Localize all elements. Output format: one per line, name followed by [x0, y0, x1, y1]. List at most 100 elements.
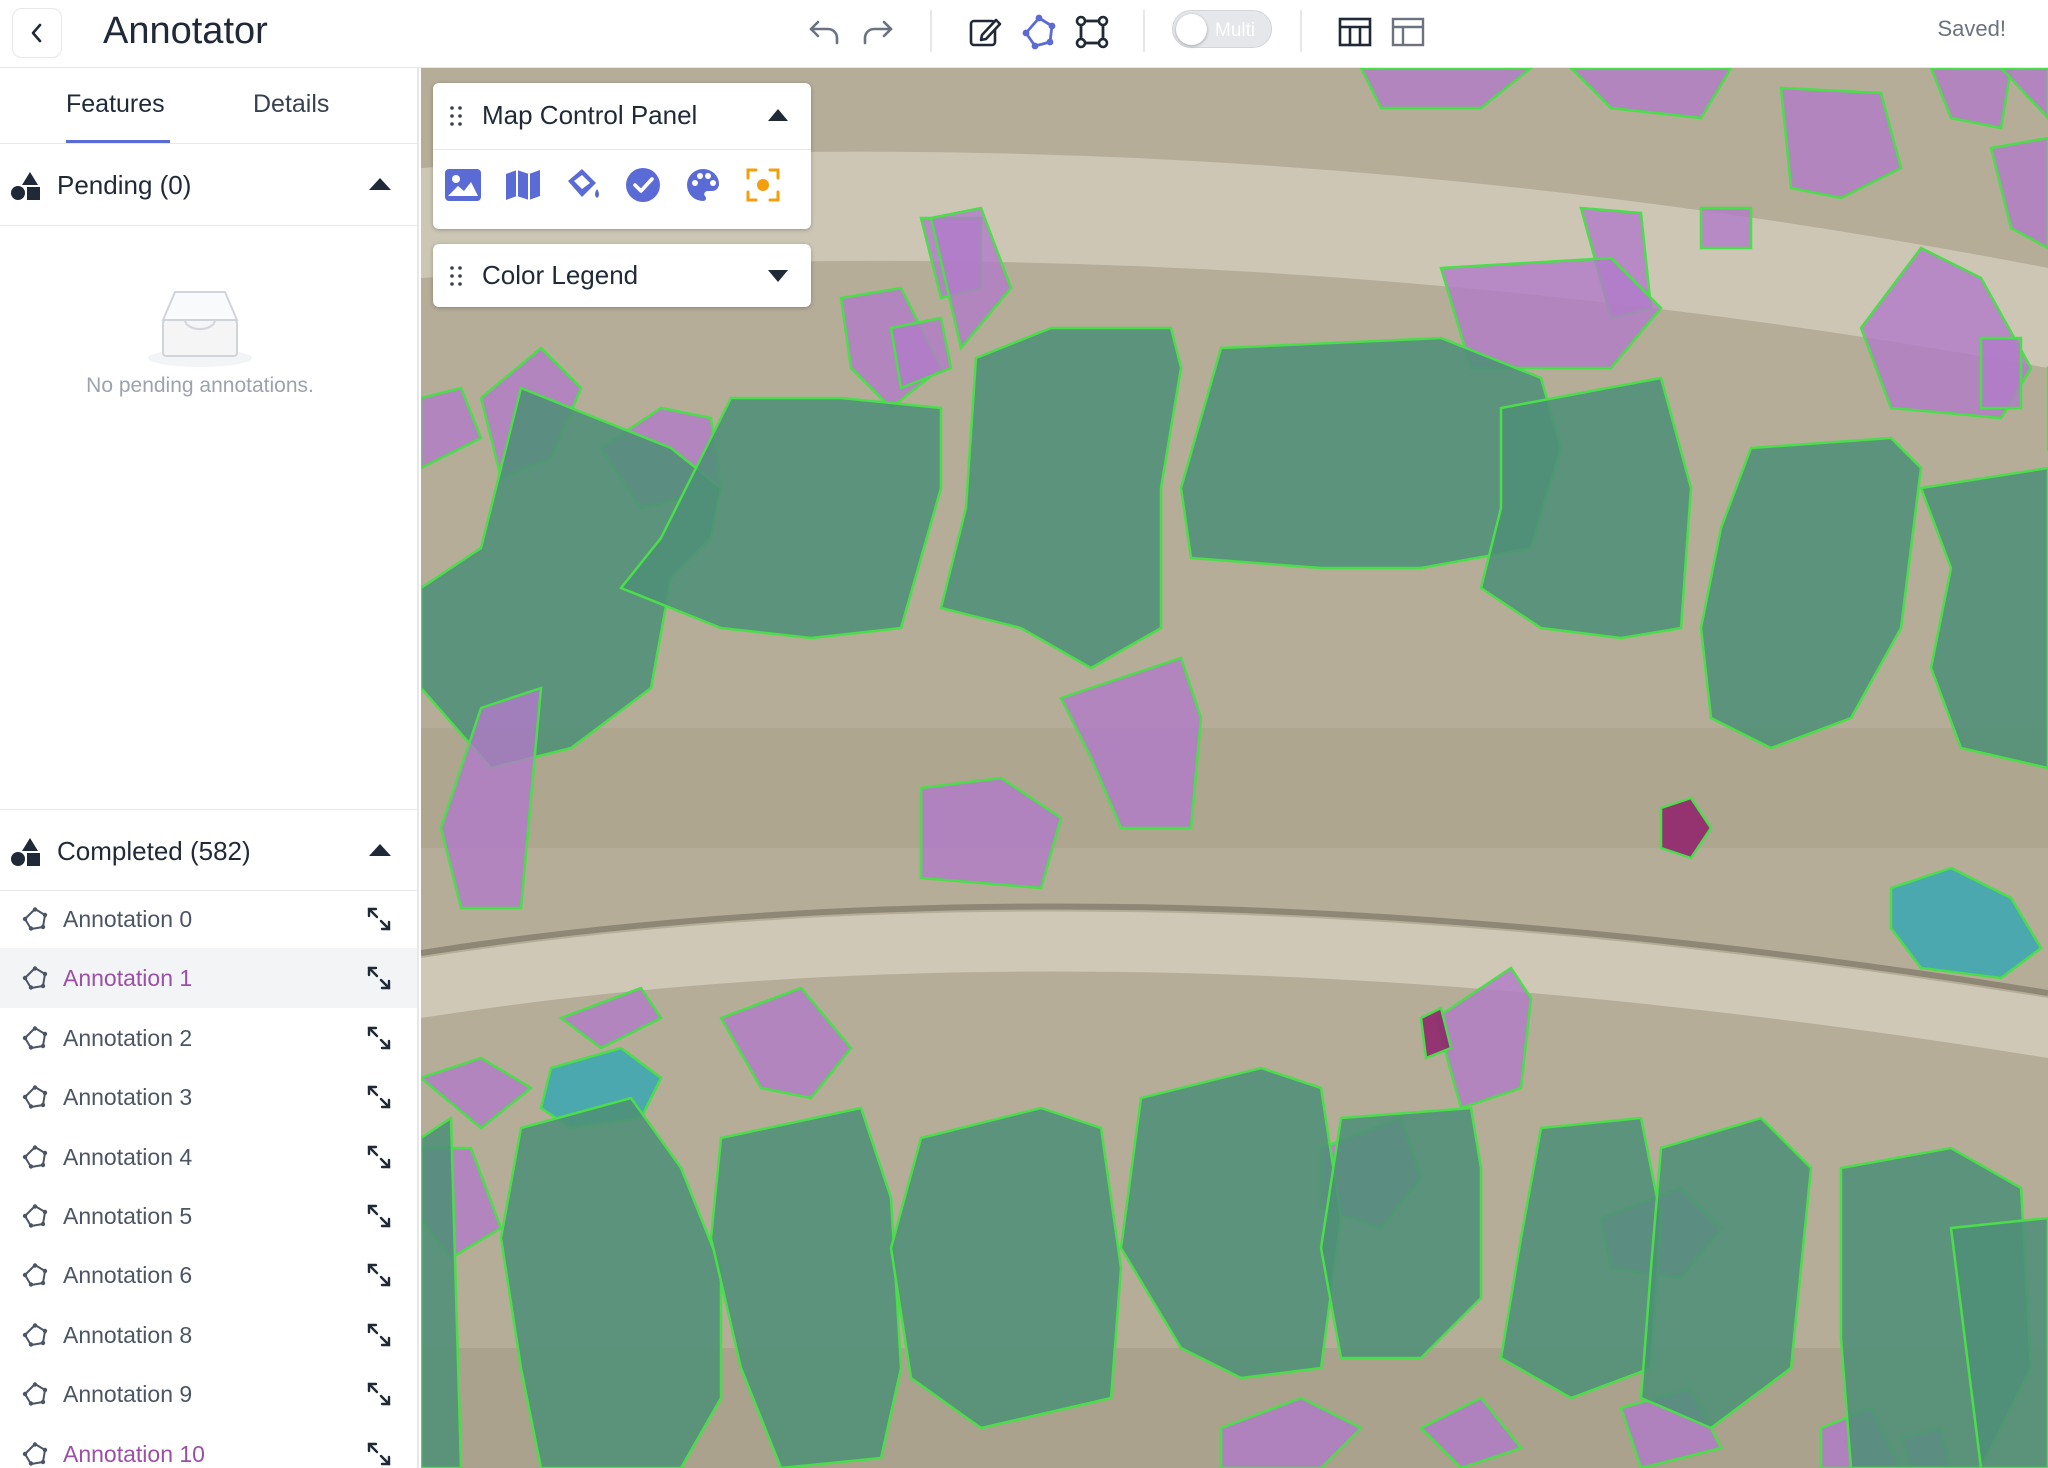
color-legend-title: Color Legend	[482, 260, 639, 290]
expand-icon[interactable]	[366, 1381, 392, 1407]
empty-inbox-icon	[148, 291, 252, 367]
collapse-chevron-icon[interactable]	[369, 178, 391, 190]
annotation-list-item[interactable]: Annotation 0	[0, 889, 417, 948]
collapse-chevron-icon[interactable]	[768, 109, 788, 121]
toggle-knob	[1176, 14, 1207, 45]
polygon-icon	[22, 1026, 48, 1050]
annotation-list-item[interactable]: Annotation 6	[0, 1245, 417, 1304]
annotation-label: Annotation 9	[63, 1381, 193, 1408]
empty-pending-text: No pending annotations.	[86, 374, 314, 397]
expand-icon[interactable]	[366, 1441, 392, 1467]
expand-icon[interactable]	[366, 1084, 392, 1110]
image-layer-button[interactable]	[441, 163, 485, 207]
sidebar-tabs: Features Details	[0, 68, 417, 144]
map-control-panel: Map Control Panel	[433, 83, 811, 229]
expand-chevron-icon[interactable]	[768, 270, 788, 282]
panel-divider	[433, 149, 811, 150]
redo-icon	[863, 20, 893, 45]
back-button[interactable]	[12, 8, 62, 58]
expand-icon[interactable]	[366, 1203, 392, 1229]
undo-button[interactable]	[803, 10, 847, 54]
drag-handle-icon[interactable]	[449, 105, 463, 127]
annotation-label: Annotation 10	[63, 1440, 205, 1467]
fill-color-button[interactable]	[561, 163, 605, 207]
focus-target-icon	[746, 168, 780, 202]
polygon-icon	[22, 1263, 48, 1288]
color-legend-panel: Color Legend	[433, 244, 811, 307]
check-circle-icon	[626, 168, 660, 202]
annotation-label: Annotation 4	[63, 1143, 193, 1170]
polygon-icon	[22, 966, 48, 991]
annotation-list-item[interactable]: Annotation 9	[0, 1364, 417, 1423]
collapse-chevron-icon[interactable]	[369, 844, 391, 856]
expand-icon[interactable]	[366, 1262, 392, 1288]
sidebar: Features Details Pending (0) No pending …	[0, 68, 419, 1468]
polygon-icon	[1022, 14, 1056, 50]
expand-icon[interactable]	[366, 965, 392, 991]
annotation-label: Annotation 2	[63, 1024, 193, 1051]
annotation-list-item[interactable]: Annotation 8	[0, 1305, 417, 1364]
save-status: Saved!	[1937, 16, 2007, 41]
validate-button[interactable]	[621, 163, 665, 207]
expand-icon[interactable]	[366, 1322, 392, 1348]
map-control-panel-title: Map Control Panel	[482, 100, 698, 130]
map-layer-button[interactable]	[501, 163, 545, 207]
tab-details[interactable]: Details	[253, 90, 329, 119]
palette-icon	[687, 169, 719, 201]
completed-section-header[interactable]: Completed (582)	[0, 809, 417, 891]
annotation-label: Annotation 6	[63, 1262, 193, 1289]
annotation-label: Annotation 0	[63, 906, 193, 932]
panel-layout-icon	[1391, 17, 1425, 47]
polygon-icon	[22, 1204, 48, 1228]
paint-bucket-icon	[568, 169, 599, 198]
annotation-list: Annotation 0 Annotation 1 Annotation 2 Anno…	[0, 889, 417, 1468]
polygon-icon	[22, 1382, 48, 1406]
rectangle-icon	[1075, 15, 1109, 49]
app-title: Annotator	[103, 10, 268, 52]
table-layout-icon	[1338, 17, 1372, 47]
shapes-icon	[11, 838, 40, 866]
annotation-list-item[interactable]: Annotation 1	[0, 948, 417, 1008]
image-icon	[445, 169, 481, 201]
top-bar: Annotator Multi Saved!	[0, 0, 2048, 68]
annotation-list-item[interactable]: Annotation 3	[0, 1067, 417, 1126]
drag-handle-icon[interactable]	[449, 265, 463, 287]
edit-button[interactable]	[963, 10, 1007, 54]
toolbar-divider	[1143, 10, 1145, 52]
shapes-icon	[11, 172, 40, 200]
tab-features[interactable]: Features	[66, 90, 165, 119]
polygon-icon	[22, 1085, 48, 1109]
focus-button[interactable]	[741, 163, 785, 207]
annotation-list-item[interactable]: Annotation 5	[0, 1186, 417, 1245]
edit-icon	[969, 18, 1002, 47]
polygon-tool-button[interactable]	[1017, 10, 1061, 54]
expand-icon[interactable]	[366, 906, 392, 932]
color-palette-button[interactable]	[681, 163, 725, 207]
multi-toggle[interactable]: Multi	[1172, 10, 1272, 48]
chevron-left-icon	[31, 23, 42, 43]
polygon-icon	[22, 1323, 48, 1347]
annotation-label: Annotation 8	[63, 1321, 193, 1348]
annotation-list-item[interactable]: Annotation 10	[0, 1424, 417, 1468]
redo-button[interactable]	[855, 10, 899, 54]
toolbar-divider	[930, 10, 932, 52]
completed-title: Completed (582)	[57, 836, 251, 866]
polygon-icon	[22, 1144, 48, 1169]
undo-icon	[809, 20, 839, 45]
expand-icon[interactable]	[366, 1144, 392, 1170]
pending-section-header[interactable]: Pending (0)	[0, 144, 417, 226]
expand-icon[interactable]	[366, 1025, 392, 1051]
rectangle-tool-button[interactable]	[1070, 10, 1114, 54]
annotation-label: Annotation 1	[63, 965, 193, 992]
pending-title: Pending (0)	[57, 170, 192, 200]
annotation-label: Annotation 5	[63, 1202, 193, 1229]
map-icon	[506, 170, 540, 200]
polygon-icon	[22, 907, 48, 931]
active-tab-indicator	[66, 140, 170, 143]
toolbar-divider	[1300, 10, 1302, 52]
annotation-list-item[interactable]: Annotation 2	[0, 1008, 417, 1067]
multi-toggle-label: Multi	[1215, 20, 1256, 41]
table-layout-button[interactable]	[1333, 10, 1377, 54]
annotation-list-item[interactable]: Annotation 4	[0, 1127, 417, 1186]
panel-layout-button[interactable]	[1386, 10, 1430, 54]
